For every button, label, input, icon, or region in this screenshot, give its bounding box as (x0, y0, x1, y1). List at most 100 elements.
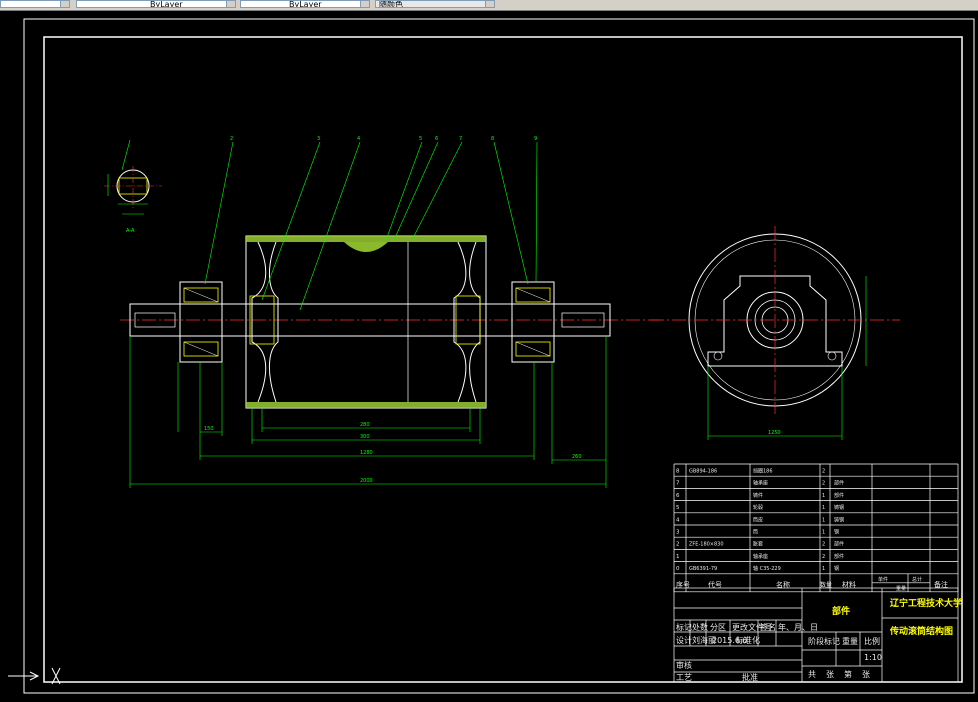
bom-material: 部件 (834, 480, 844, 487)
title-block-text: 辽宁工程技术大学 传动滚筒结构图 部件 阶段标记 重量 比例 1:10 共 张 … (676, 597, 962, 682)
bom-no: 5 (676, 505, 680, 511)
sheet-label: 共 (808, 670, 816, 679)
part-number: 9 (534, 136, 537, 142)
bom-code: ZFE-180×830 (689, 542, 724, 548)
bom-name: 筒皮 (753, 516, 763, 523)
part-number: 4 (357, 136, 360, 142)
right-hub (453, 241, 481, 403)
plotstyle-value: 随颜色 (379, 0, 403, 8)
bom-no: 4 (676, 517, 680, 523)
left-bearing (179, 281, 223, 363)
bom-header: 数量 (820, 581, 832, 589)
properties-toolbar: ByLayer ByLayer 随颜色 (0, 0, 978, 11)
drawing-canvas[interactable]: A-A 2 3 4 5 6 7 8 9 280 300 1280 2000 26… (0, 11, 978, 698)
sign-label: 年、月、日 (778, 622, 818, 632)
scale-value: 1:10 (864, 653, 882, 662)
bom-header: 序号 (676, 580, 690, 589)
leader-lines (204, 141, 538, 311)
bom-qty: 1 (822, 566, 825, 572)
school-name: 辽宁工程技术大学 (890, 597, 962, 609)
bom-code: GB6391-79 (689, 566, 717, 572)
chevron-down-icon (360, 1, 369, 7)
bom-qty: 1 (822, 493, 825, 499)
bom-no: 8 (676, 469, 680, 475)
bom-material: 钢 (834, 565, 839, 572)
drawing-svg: A-A 2 3 4 5 6 7 8 9 280 300 1280 2000 26… (8, 18, 975, 694)
bom-code: GB894-186 (689, 469, 717, 475)
drawing-title: 传动滚筒结构图 (889, 625, 953, 637)
dimension-text: 280 (360, 422, 370, 428)
bom-table: 8 GB894-186 挡圈186 2 7 轴承座 2 部件 6 铸件 1 部件 5 轮毂 1 铸钢 4 筒皮 1 铸… (673, 463, 959, 593)
bom-name: 轴承座 (753, 480, 768, 487)
right-bearing (511, 281, 555, 363)
dimension-texts: 280 300 1280 2000 260 150 (204, 422, 582, 484)
left-hub (249, 241, 279, 403)
part-number: 8 (491, 136, 494, 142)
bom-header: 总计 (912, 576, 922, 583)
bom-name: 轴 C35-229 (753, 565, 781, 572)
review-label: 审核 (676, 660, 692, 670)
bom-no: 7 (676, 481, 680, 487)
dimension-text: 2000 (360, 478, 373, 484)
drawing-category: 部件 (832, 605, 850, 617)
bom-material: 钢 (834, 529, 839, 536)
part-number: 7 (459, 136, 462, 142)
dimension-text: 260 (572, 454, 582, 460)
bom-material: 铸钢 (834, 504, 844, 511)
sheet-label: 张 (826, 670, 834, 679)
bom-name: 轮毂 (753, 504, 763, 511)
bom-header: 代号 (708, 580, 722, 589)
color-dropdown[interactable] (0, 0, 70, 8)
chevron-down-icon (485, 1, 494, 7)
section-detail: A-A (104, 139, 162, 234)
part-number: 6 (435, 136, 438, 142)
dimension-text: 150 (204, 426, 214, 432)
bom-no: 0 (676, 566, 680, 572)
chevron-down-icon (60, 1, 69, 7)
design-label: 设计 (676, 635, 692, 645)
sheet-label: 张 (862, 670, 870, 679)
lineweight-dropdown[interactable]: ByLayer (240, 0, 370, 8)
linetype-value: ByLayer (150, 0, 183, 8)
bom-header: 材料 (842, 580, 856, 589)
sign-label: 处数 (692, 622, 708, 632)
bom-name: 胀套 (753, 541, 763, 548)
bom-qty: 1 (822, 517, 825, 523)
stage-mark-label: 阶段标记 (808, 636, 840, 646)
bom-no: 1 (676, 554, 680, 560)
section-label: A-A (126, 228, 135, 234)
dimension-text: 300 (360, 434, 370, 440)
plotstyle-dropdown[interactable]: 随颜色 (375, 0, 495, 8)
end-view: 1250 (650, 226, 900, 440)
dimension-lines (129, 336, 607, 488)
bom-qty: 2 (822, 481, 825, 487)
bom-qty: 1 (822, 505, 825, 511)
bom-header: 备注 (934, 580, 948, 589)
bom-material: 铸钢 (834, 516, 844, 523)
bom-qty: 2 (822, 469, 825, 475)
sheet-label: 第 (844, 669, 852, 679)
approve-label: 批准 (742, 672, 758, 682)
bom-name: 筒 (753, 529, 758, 536)
linetype-dropdown[interactable]: ByLayer (76, 0, 236, 8)
bom-name: 挡圈186 (753, 468, 773, 475)
drum-shell (245, 235, 487, 409)
process-label: 工艺 (676, 673, 692, 682)
bom-qty: 2 (822, 554, 825, 560)
bom-name: 铸件 (753, 492, 763, 499)
part-number-labels: 2 3 4 5 6 7 8 9 (230, 136, 537, 142)
standardization-label: 标准化 (736, 635, 760, 645)
chevron-down-icon (226, 1, 235, 7)
bom-material: 部件 (834, 553, 844, 560)
bom-header: 单件 (878, 576, 888, 583)
bom-qty: 2 (822, 542, 825, 548)
sign-label: 签名 (760, 622, 776, 632)
part-number: 3 (317, 136, 320, 142)
lineweight-value: ByLayer (289, 0, 322, 8)
weight-label: 重量 (842, 636, 858, 646)
bom-no: 6 (676, 493, 680, 499)
sign-label: 标记 (676, 622, 692, 632)
sign-label: 分区 (710, 623, 726, 632)
part-number: 5 (419, 136, 422, 142)
bom-qty: 1 (822, 530, 825, 536)
